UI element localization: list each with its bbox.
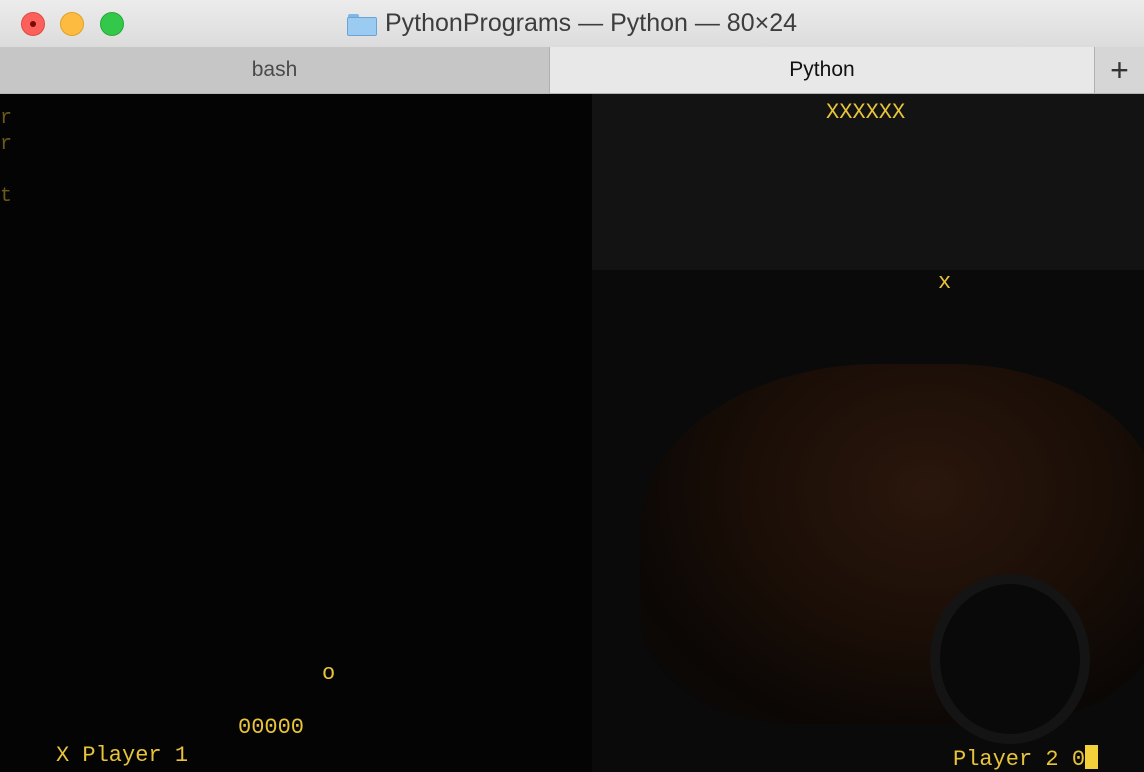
tab-bash[interactable]: bash xyxy=(0,47,550,93)
terminal-content[interactable]: r r t XXXXXX x o 00000 X Player 1 Player… xyxy=(0,94,1144,772)
text-cursor xyxy=(1085,745,1099,769)
window-title-container: PythonPrograms — Python — 80×24 xyxy=(0,0,1144,47)
ball-o: o xyxy=(322,661,336,686)
tab-python-label: Python xyxy=(789,58,855,81)
title-bar[interactable]: PythonPrograms — Python — 80×24 xyxy=(0,0,1144,48)
background-car-wheel xyxy=(930,574,1090,744)
player-2-score-line: Player 2 0 xyxy=(953,745,1099,772)
top-paddle: XXXXXX xyxy=(826,100,906,125)
plus-icon: + xyxy=(1110,51,1129,88)
ball-x: x xyxy=(938,270,952,295)
tab-python[interactable]: Python xyxy=(550,47,1094,93)
bottom-paddle: 00000 xyxy=(238,715,305,740)
player-1-score: X Player 1 xyxy=(56,743,189,768)
window-title: PythonPrograms — Python — 80×24 xyxy=(384,9,798,37)
terminal-window: PythonPrograms — Python — 80×24 bash Pyt… xyxy=(0,0,1144,772)
folder-icon xyxy=(346,13,377,36)
new-tab-button[interactable]: + xyxy=(1094,47,1144,93)
tab-bar: bash Python + xyxy=(0,47,1144,94)
player-2-score: Player 2 0 xyxy=(953,747,1086,772)
tab-bash-label: bash xyxy=(251,58,298,81)
clipped-left-text: r r t xyxy=(0,107,13,208)
